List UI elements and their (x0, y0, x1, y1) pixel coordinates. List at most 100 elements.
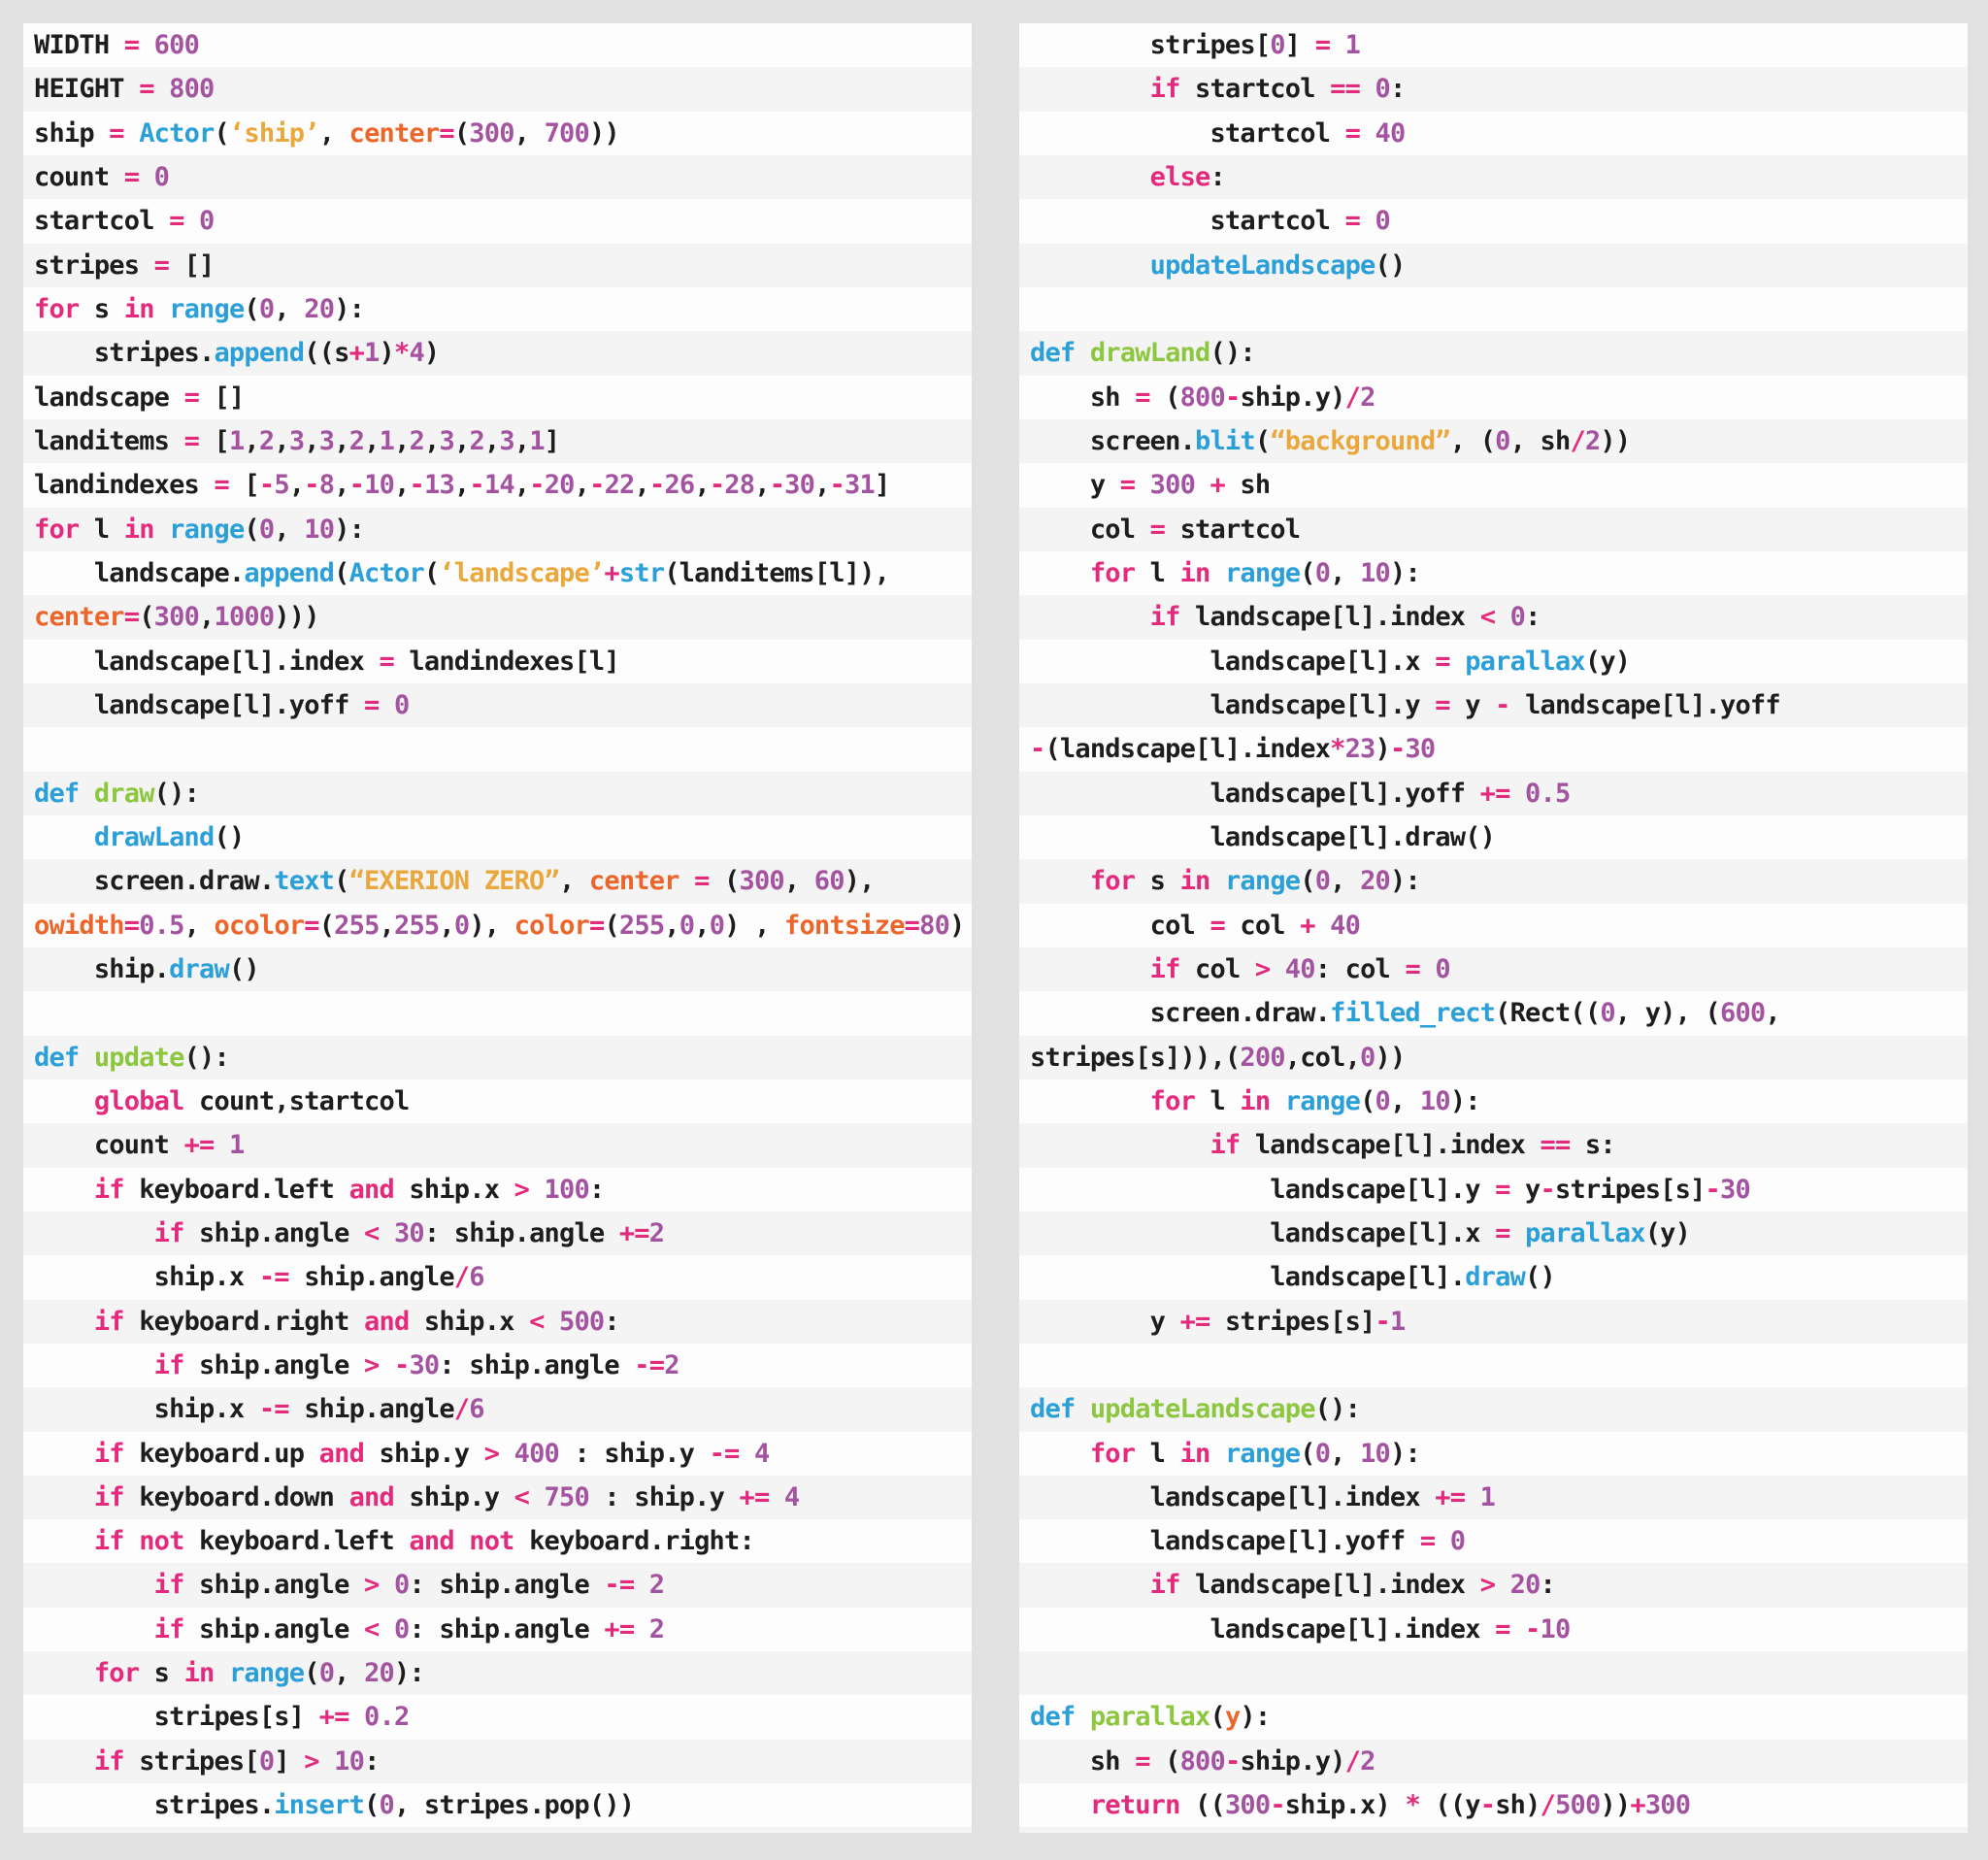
code-token-plain-text: )) (1375, 1043, 1406, 1073)
code-token-keyword-or-operator: + (1630, 1790, 1644, 1820)
code-token-plain-text: l (1150, 1439, 1180, 1469)
code-token-keyword-or-operator: += (619, 1218, 649, 1248)
code-token-keyword-or-operator: += (739, 1482, 783, 1512)
code-token-string-literal: ‘landscape’ (439, 558, 604, 588)
code-line: if landscape[l].index == s: (1019, 1123, 1968, 1167)
code-line: landscape[l].draw() (1019, 815, 1968, 859)
code-token-number: 750 (545, 1482, 589, 1512)
code-token-plain-text (1030, 1086, 1150, 1116)
code-token-plain-text: screen.draw. (34, 866, 274, 896)
code-token-plain-text: s (154, 1658, 184, 1688)
code-token-keyword-or-operator: and (364, 1307, 424, 1337)
code-token-keyword-or-operator: + (349, 338, 364, 368)
code-token-number: 3 (289, 426, 304, 456)
code-token-plain-text: ): (1240, 1702, 1270, 1732)
code-token-plain-text (34, 1175, 94, 1205)
code-token-plain-text: landscape[l].y (1030, 690, 1435, 720)
code-token-plain-text: , (484, 426, 499, 456)
code-token-keyword-or-operator: if (94, 1175, 139, 1205)
code-token-keyword-or-operator: / (1345, 382, 1360, 413)
code-line: if keyboard.up and ship.y > 400 : ship.y… (23, 1432, 972, 1476)
code-token-number: 2 (469, 426, 483, 456)
code-line: else: (1019, 155, 1968, 199)
code-line: landscape[l].y = y-stripes[s]-30 (1019, 1168, 1968, 1212)
code-token-builtin-function-call: Actor (139, 118, 214, 149)
code-token-plain-text: startcol (1195, 74, 1330, 104)
code-line: stripes[s] += 0.2 (23, 1695, 972, 1739)
code-token-builtin-function-call: def (34, 1043, 94, 1073)
code-token-keyword-or-operator: > (364, 1350, 394, 1380)
code-token-plain-text: ] (545, 426, 559, 456)
code-line (1019, 1344, 1968, 1387)
code-token-plain-text: ( (604, 911, 618, 941)
code-token-plain-text: , ( (1450, 426, 1495, 456)
code-token-number: 500 (559, 1307, 604, 1337)
code-token-keyword-or-operator: = (124, 602, 139, 632)
code-token-plain-text: : (1209, 162, 1224, 192)
code-token-number: 31 (845, 470, 875, 500)
code-token-plain-text (1030, 162, 1150, 192)
code-token-number: 300 (740, 866, 784, 896)
code-line: for s in range(0, 20): (1019, 859, 1968, 903)
code-token-number: 100 (545, 1175, 589, 1205)
code-token-keyword-or-operator: + (1300, 911, 1330, 941)
code-token-keyword-or-operator: = (694, 866, 724, 896)
code-token-plain-text: ship.y) (1240, 382, 1344, 413)
code-token-plain-text: ship.angle (199, 1570, 364, 1600)
code-token-number: 3 (499, 426, 514, 456)
code-token-plain-text: ( (244, 294, 258, 324)
code-line: if not keyboard.left and not keyboard.ri… (23, 1519, 972, 1563)
code-token-builtin-function-call: range (1225, 866, 1300, 896)
code-token-number: 0.5 (139, 911, 183, 941)
code-token-number: 1 (1345, 30, 1360, 60)
code-token-plain-text: l (1209, 1086, 1240, 1116)
code-token-number: 3 (440, 426, 454, 456)
code-token-number: 0 (1510, 602, 1525, 632)
code-token-keyword-or-operator: = (1495, 1218, 1525, 1248)
code-token-number: 20 (1510, 1570, 1541, 1600)
code-token-plain-text: , (304, 426, 318, 456)
code-token-number: 20 (304, 294, 334, 324)
code-line: screen.draw.text(“EXERION ZERO”, center … (23, 859, 972, 903)
code-token-keyword-or-operator: = (1345, 206, 1375, 236)
code-line: y += stripes[s]-1 (1019, 1300, 1968, 1344)
code-token-keyword-or-operator: = (1495, 1175, 1525, 1205)
code-token-plain-text: col (1030, 911, 1209, 941)
code-token-keyword-or-operator: = (169, 206, 199, 236)
code-token-builtin-function-call: parallax (1465, 647, 1585, 677)
code-token-keyword-or-operator: > (364, 1570, 394, 1600)
code-token-keyword-or-operator: not (139, 1526, 199, 1556)
code-token-plain-text: ( (364, 1790, 379, 1820)
code-line: landscape[l].index += 1 (1019, 1476, 1968, 1519)
code-token-plain-text: (): (154, 779, 199, 809)
code-token-builtin-function-call: append (214, 338, 304, 368)
code-token-plain-text: , (514, 470, 529, 500)
code-token-number: 10 (304, 515, 334, 545)
code-token-plain-text: ,col, (1285, 1043, 1360, 1073)
code-token-keyword-or-operator: += (1435, 1482, 1479, 1512)
code-token-plain-text: , (439, 911, 453, 941)
code-token-number: 1 (1390, 1307, 1405, 1337)
code-token-number: 4 (754, 1439, 769, 1469)
code-token-plain-text: ( (424, 558, 439, 588)
code-line: if keyboard.down and ship.y < 750 : ship… (23, 1476, 972, 1519)
code-token-plain-text: , (635, 470, 649, 500)
code-token-number: 30 (1720, 1175, 1750, 1205)
code-token-plain-text (1030, 1570, 1150, 1600)
code-token-builtin-function-call: range (169, 294, 244, 324)
code-line: if keyboard.right and ship.x < 500: (23, 1300, 972, 1344)
code-token-plain-text: WIDTH (34, 30, 124, 60)
code-token-plain-text: landitems (34, 426, 184, 456)
code-token-plain-text: sh (1030, 382, 1135, 413)
code-token-plain-text: , (1390, 1086, 1420, 1116)
code-token-plain-text: ( (214, 118, 228, 149)
code-token-keyword-or-operator: if (94, 1746, 139, 1777)
code-token-number: 28 (724, 470, 754, 500)
code-token-number: 20 (545, 470, 575, 500)
code-token-keyword-or-operator: if (154, 1218, 199, 1248)
code-token-keyword-or-operator: -= (710, 1439, 754, 1469)
code-token-function-definition-name: updateLandscape (1090, 1394, 1315, 1424)
code-line: if ship.angle > 0: ship.angle -= 2 (23, 1563, 972, 1607)
code-token-builtin-function-call: def (1030, 1702, 1090, 1732)
code-token-number: 23 (1345, 734, 1375, 764)
